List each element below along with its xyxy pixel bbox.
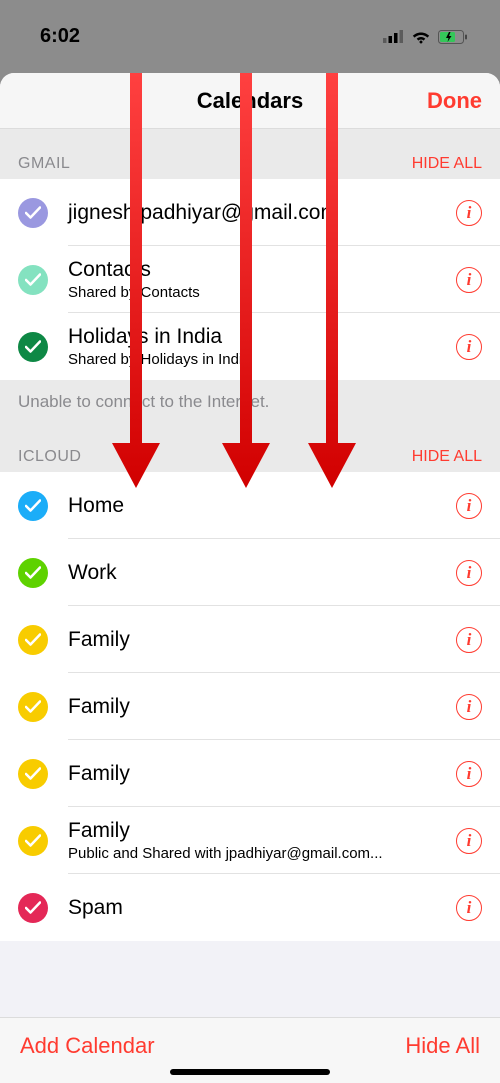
battery-charging-icon [438, 30, 468, 44]
content: GMAIL HIDE ALL jignesh.padhiyar@gmail.co… [0, 129, 500, 1017]
calendar-row[interactable]: Familyi [0, 673, 500, 740]
section-header-icloud: ICLOUD HIDE ALL [0, 422, 500, 472]
calendars-sheet: Calendars Done GMAIL HIDE ALL jignesh.pa… [0, 73, 500, 1083]
info-icon[interactable]: i [456, 493, 482, 519]
calendar-subtitle: Shared by Contacts [68, 284, 456, 301]
checkmark-icon[interactable] [18, 558, 48, 588]
info-icon[interactable]: i [456, 761, 482, 787]
info-icon[interactable]: i [456, 560, 482, 586]
connection-error: Unable to connect to the Internet. [0, 380, 500, 422]
info-icon[interactable]: i [456, 895, 482, 921]
checkmark-icon[interactable] [18, 198, 48, 228]
info-icon[interactable]: i [456, 200, 482, 226]
calendar-subtitle: Public and Shared with jpadhiyar@gmail.c… [68, 845, 456, 862]
calendar-title: jignesh.padhiyar@gmail.com [68, 201, 456, 225]
done-button[interactable]: Done [427, 88, 482, 114]
row-text: Family [68, 752, 456, 796]
calendar-row[interactable]: Worki [0, 539, 500, 606]
row-text: Family [68, 685, 456, 729]
home-indicator [170, 1069, 330, 1075]
checkmark-icon[interactable] [18, 265, 48, 295]
calendar-row[interactable]: Spami [0, 874, 500, 941]
calendar-title: Home [68, 494, 456, 518]
calendar-title: Holidays in India [68, 325, 456, 349]
status-bar: 6:02 [0, 0, 500, 73]
row-text: Family [68, 618, 456, 662]
info-icon[interactable]: i [456, 627, 482, 653]
page-title: Calendars [197, 88, 303, 114]
calendar-title: Family [68, 695, 456, 719]
calendar-subtitle: Shared by Holidays in India [68, 351, 456, 368]
checkmark-icon[interactable] [18, 826, 48, 856]
calendar-row[interactable]: Holidays in India Shared by Holidays in I… [0, 313, 500, 380]
wifi-icon [411, 30, 431, 44]
nav-header: Calendars Done [0, 73, 500, 129]
section-label: ICLOUD [18, 448, 81, 466]
calendar-row[interactable]: Family Public and Shared with jpadhiyar@g… [0, 807, 500, 874]
row-text: jignesh.padhiyar@gmail.com [68, 191, 456, 235]
row-text: Spam [68, 886, 456, 930]
status-time: 6:02 [40, 25, 80, 48]
icloud-list: HomeiWorkiFamilyiFamilyiFamilyiFamilyPub… [0, 472, 500, 941]
calendar-title: Spam [68, 896, 456, 920]
calendar-row[interactable]: Contacts Shared by Contactsi [0, 246, 500, 313]
row-text: Family Public and Shared with jpadhiyar@g… [68, 809, 456, 872]
calendar-row[interactable]: Familyi [0, 740, 500, 807]
info-icon[interactable]: i [456, 694, 482, 720]
add-calendar-button[interactable]: Add Calendar [20, 1033, 155, 1059]
calendar-title: Family [68, 762, 456, 786]
checkmark-icon[interactable] [18, 893, 48, 923]
section-header-gmail: GMAIL HIDE ALL [0, 129, 500, 179]
checkmark-icon[interactable] [18, 332, 48, 362]
gmail-list: jignesh.padhiyar@gmail.comiContactsShare… [0, 179, 500, 380]
checkmark-icon[interactable] [18, 625, 48, 655]
calendar-row[interactable]: Homei [0, 472, 500, 539]
calendar-title: Work [68, 561, 456, 585]
section-label: GMAIL [18, 155, 70, 173]
cellular-icon [383, 30, 404, 43]
hide-all-button[interactable]: Hide All [405, 1033, 480, 1059]
hide-all-icloud[interactable]: HIDE ALL [412, 448, 482, 466]
checkmark-icon[interactable] [18, 759, 48, 789]
calendar-row[interactable]: Familyi [0, 606, 500, 673]
checkmark-icon[interactable] [18, 692, 48, 722]
checkmark-icon[interactable] [18, 491, 48, 521]
info-icon[interactable]: i [456, 334, 482, 360]
calendar-row[interactable]: jignesh.padhiyar@gmail.comi [0, 179, 500, 246]
hide-all-gmail[interactable]: HIDE ALL [412, 155, 482, 173]
calendar-title: Family [68, 628, 456, 652]
row-text: Home [68, 484, 456, 528]
row-text: Work [68, 551, 456, 595]
status-icons [383, 30, 468, 44]
calendar-title: Family [68, 819, 456, 843]
row-text: Contacts Shared by Contacts [68, 248, 456, 311]
info-icon[interactable]: i [456, 828, 482, 854]
calendar-title: Contacts [68, 258, 456, 282]
info-icon[interactable]: i [456, 267, 482, 293]
row-text: Holidays in India Shared by Holidays in I… [68, 315, 456, 378]
